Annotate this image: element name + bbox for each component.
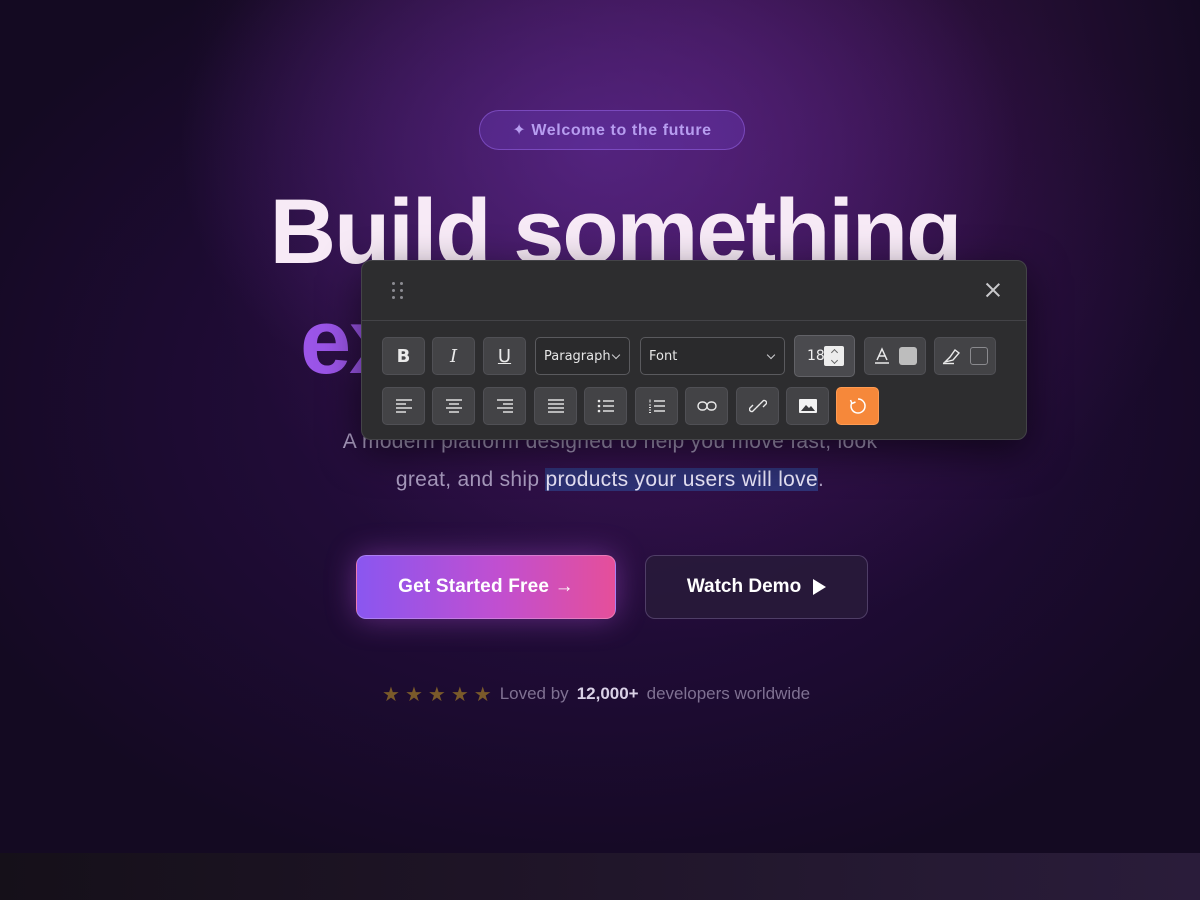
proof-prefix: Loved by — [499, 684, 569, 703]
underline-button[interactable]: U — [483, 337, 526, 375]
align-center-icon — [445, 399, 462, 413]
font-size-stepper[interactable]: 18 — [794, 335, 855, 377]
star-icon: ★ — [427, 683, 446, 706]
welcome-badge-text: ✦ Welcome to the future — [512, 122, 712, 139]
bullet-list-button[interactable] — [584, 387, 627, 425]
text-color-button[interactable] — [864, 337, 926, 375]
floating-format-toolbar: B I U Paragraph Font 18 — [361, 260, 1027, 440]
close-icon[interactable] — [982, 279, 1004, 301]
spin-down-icon[interactable] — [830, 356, 838, 364]
rating-stars: ★ ★ ★ ★ ★ — [382, 682, 492, 707]
unlink-icon — [748, 399, 767, 413]
chevron-down-icon — [611, 350, 621, 359]
proof-count: 12,000+ — [576, 684, 639, 703]
highlight-color-swatch — [970, 347, 988, 365]
text-color-swatch — [899, 347, 917, 365]
numbered-list-button[interactable] — [635, 387, 678, 425]
align-right-button[interactable] — [483, 387, 526, 425]
star-icon: ★ — [450, 683, 469, 706]
font-size-spinner[interactable] — [824, 346, 844, 366]
highlighter-icon — [942, 349, 961, 365]
toolbar-header[interactable] — [362, 261, 1026, 321]
star-icon: ★ — [382, 683, 400, 706]
align-right-icon — [496, 399, 513, 413]
drag-handle-icon[interactable] — [392, 282, 404, 300]
star-icon: ★ — [404, 683, 423, 706]
get-started-button[interactable]: Get Started Free → — [356, 555, 616, 619]
reset-icon — [849, 398, 866, 414]
chevron-down-icon — [766, 350, 776, 359]
social-proof: ★ ★ ★ ★ ★ Loved by 12,000+ developers wo… — [382, 680, 810, 708]
align-left-icon — [395, 399, 412, 413]
block-format-select[interactable]: Paragraph — [535, 337, 630, 375]
next-section-band — [0, 853, 1200, 900]
bold-button[interactable]: B — [382, 337, 425, 375]
font-size-value: 18 — [807, 348, 825, 364]
welcome-badge: ✦ Welcome to the future — [479, 110, 745, 150]
bullet-list-icon — [597, 399, 614, 413]
spin-up-icon[interactable] — [830, 348, 838, 356]
align-justify-icon — [547, 399, 564, 413]
numbered-list-icon — [648, 399, 665, 413]
align-left-button[interactable] — [382, 387, 425, 425]
unlink-button[interactable] — [736, 387, 779, 425]
align-justify-button[interactable] — [534, 387, 577, 425]
insert-image-button[interactable] — [786, 387, 829, 425]
image-icon — [798, 399, 817, 413]
italic-button[interactable]: I — [432, 337, 475, 375]
subtitle-line-2-start: great, and ship — [395, 468, 546, 491]
star-icon: ★ — [473, 683, 492, 706]
proof-suffix: developers worldwide — [646, 684, 811, 703]
font-family-value: Font — [649, 348, 678, 364]
font-family-select[interactable]: Font — [640, 337, 785, 375]
subtitle-line-2-end: . — [817, 468, 825, 491]
watch-demo-label: Watch Demo — [686, 576, 802, 597]
get-started-label: Get Started Free → — [398, 576, 574, 597]
align-center-button[interactable] — [432, 387, 475, 425]
link-icon — [696, 401, 717, 411]
highlight-color-button[interactable] — [934, 337, 996, 375]
link-button[interactable] — [685, 387, 728, 425]
watch-demo-button[interactable]: Watch Demo — [645, 555, 868, 619]
text-color-icon — [875, 347, 889, 364]
reset-format-button[interactable] — [836, 387, 879, 425]
block-format-value: Paragraph — [544, 348, 611, 364]
selected-text-highlight[interactable]: products your users will love — [545, 468, 818, 491]
play-icon — [813, 579, 827, 595]
